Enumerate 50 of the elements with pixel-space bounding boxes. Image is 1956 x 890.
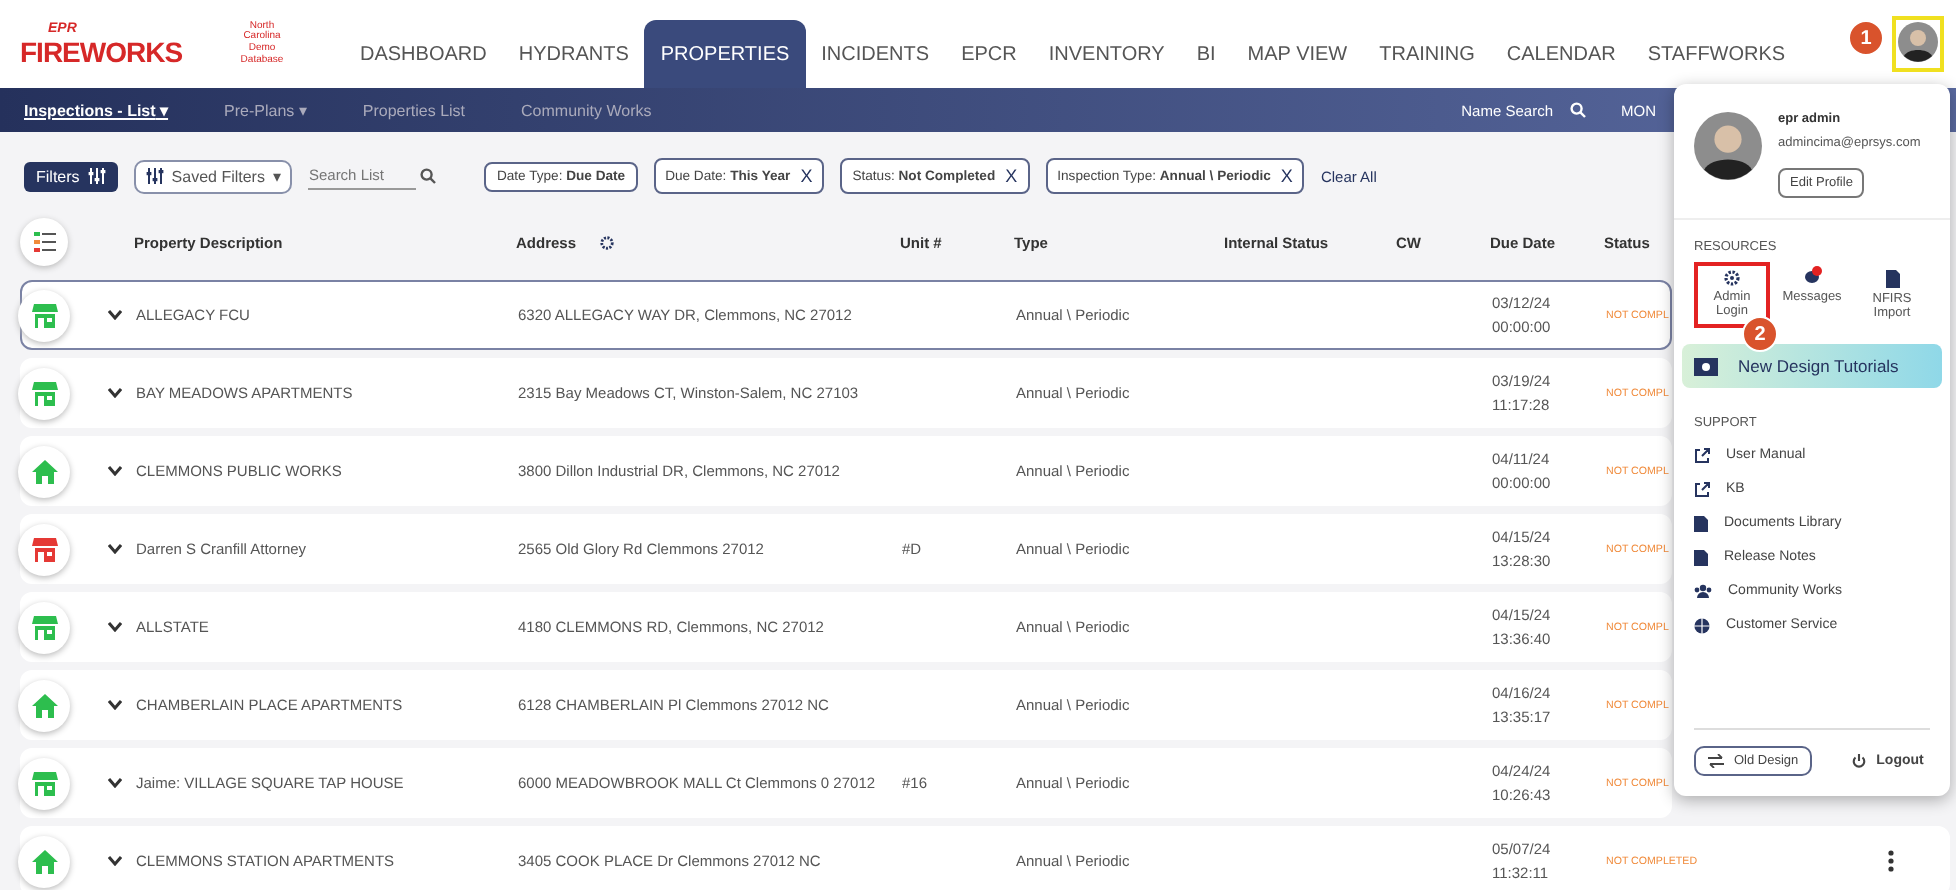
nav-tab[interactable]: PROPERTIES bbox=[644, 20, 806, 88]
chevron-down-icon[interactable] bbox=[108, 388, 122, 398]
list-icon bbox=[33, 232, 55, 252]
nav-tab[interactable]: INVENTORY bbox=[1032, 20, 1181, 88]
avatar bbox=[1694, 112, 1762, 180]
nav-tab[interactable]: INCIDENTS bbox=[805, 20, 946, 88]
filters-button[interactable]: Filters bbox=[24, 161, 118, 191]
logo-wordmark: FIREWORKS bbox=[20, 35, 185, 67]
subnav-link[interactable]: Pre-Plans ▾ bbox=[224, 101, 307, 119]
subnav-link[interactable]: Community Works bbox=[521, 101, 652, 119]
file-icon bbox=[1694, 515, 1708, 531]
globe-icon bbox=[1694, 617, 1710, 633]
search-icon[interactable] bbox=[420, 168, 437, 184]
chevron-down-icon[interactable] bbox=[108, 700, 122, 710]
tutorials-banner[interactable]: New Design Tutorials bbox=[1682, 344, 1942, 388]
chevron-down-icon[interactable] bbox=[108, 544, 122, 554]
remove-chip-button[interactable]: X bbox=[800, 166, 813, 186]
document-icon bbox=[1885, 270, 1899, 288]
list-view-button[interactable] bbox=[20, 218, 68, 266]
profile-avatar-button[interactable] bbox=[1892, 16, 1944, 72]
sliders-icon bbox=[87, 168, 106, 184]
chevron-down-icon[interactable] bbox=[108, 310, 122, 320]
nav-tab[interactable]: MAP VIEW bbox=[1231, 20, 1364, 88]
external-link-icon bbox=[1694, 481, 1710, 497]
gear-icon[interactable] bbox=[600, 235, 615, 249]
subnav-link[interactable]: Inspections - List ▾ bbox=[24, 101, 169, 119]
nav-tab[interactable]: CALENDAR bbox=[1490, 20, 1632, 88]
subnav-link[interactable]: Properties List bbox=[362, 101, 466, 119]
nav-tab[interactable]: TRAINING bbox=[1363, 20, 1491, 88]
remove-chip-button[interactable]: X bbox=[1005, 166, 1018, 186]
saved-filters-dropdown[interactable]: Saved Filters ▾ bbox=[133, 159, 293, 193]
sliders-icon bbox=[145, 168, 164, 184]
swap-icon bbox=[1708, 754, 1724, 768]
chevron-down-icon[interactable] bbox=[108, 466, 122, 476]
chevron-down-icon[interactable] bbox=[108, 778, 122, 788]
chevron-down-icon[interactable] bbox=[108, 856, 122, 866]
file-icon bbox=[1694, 549, 1708, 565]
more-options-icon[interactable] bbox=[1888, 850, 1894, 872]
gear-icon bbox=[1724, 270, 1740, 286]
external-link-icon bbox=[1694, 447, 1710, 463]
nav-tab[interactable]: BI bbox=[1180, 20, 1232, 88]
nav-tab[interactable]: EPCR bbox=[945, 20, 1033, 88]
remove-chip-button[interactable]: X bbox=[1280, 166, 1293, 186]
power-icon bbox=[1852, 754, 1867, 768]
nav-tab[interactable]: HYDRANTS bbox=[502, 20, 645, 88]
people-icon bbox=[1694, 584, 1712, 598]
nav-tab[interactable]: DASHBOARD bbox=[344, 20, 503, 88]
nav-tab[interactable]: STAFFWORKS bbox=[1631, 20, 1802, 88]
chevron-down-icon[interactable] bbox=[108, 622, 122, 632]
play-icon bbox=[1694, 357, 1718, 375]
